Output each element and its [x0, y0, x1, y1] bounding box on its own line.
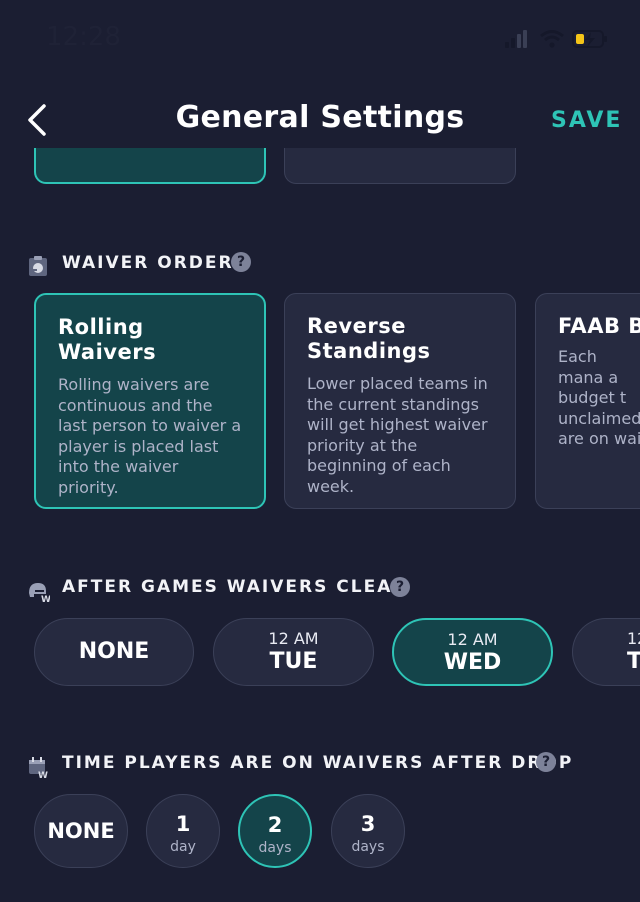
option-description: Each mana a budget t unclaimed are on wa…	[558, 347, 640, 449]
clear-option-thu[interactable]: 12 T	[572, 618, 640, 686]
option-day: WED	[443, 650, 502, 675]
signal-icon	[505, 30, 607, 48]
clear-option-tue[interactable]: 12 AM TUE	[213, 618, 374, 686]
save-button[interactable]: SAVE	[551, 108, 622, 133]
option-value: 2	[267, 813, 283, 837]
status-time: 12:28	[46, 22, 121, 52]
option-unit: day	[170, 839, 196, 855]
waiver-option-rolling[interactable]: Rolling Waivers Rolling waivers are cont…	[34, 293, 266, 509]
option-time: 12 AM	[268, 629, 319, 648]
option-label: NONE	[47, 819, 115, 843]
waiver-time-none[interactable]: NONE	[34, 794, 128, 868]
option-card-partial[interactable]	[284, 148, 516, 184]
option-unit: days	[351, 839, 385, 855]
status-icons	[505, 28, 615, 50]
option-time: 12 AM	[447, 630, 498, 649]
option-title: FAAB B	[558, 314, 640, 338]
option-description: Rolling waivers are continuous and the l…	[58, 375, 242, 497]
page-title: General Settings	[175, 100, 465, 135]
option-day: TUE	[269, 649, 318, 674]
svg-text:W: W	[41, 595, 50, 602]
clear-option-none[interactable]: NONE	[34, 618, 194, 686]
help-icon[interactable]: ?	[536, 752, 556, 772]
clipboard-helmet-icon	[27, 255, 49, 277]
clear-option-wed[interactable]: 12 AM WED	[392, 618, 553, 686]
option-description: Lower placed teams in the current standi…	[307, 374, 488, 496]
option-value: 1	[175, 812, 191, 836]
option-day: T	[627, 649, 640, 675]
section-title-time-on-waivers: TIME PLAYERS ARE ON WAIVERS AFTER DROP	[62, 753, 574, 773]
helmet-waiver-icon: W	[26, 580, 51, 605]
help-icon[interactable]: ?	[390, 577, 410, 597]
option-time: 12	[627, 629, 640, 648]
calendar-waiver-icon: W	[27, 756, 49, 781]
help-icon[interactable]: ?	[231, 252, 251, 272]
waiver-time-2-days[interactable]: 2 days	[238, 794, 312, 868]
waiver-option-faab[interactable]: FAAB B Each mana a budget t unclaimed ar…	[535, 293, 640, 509]
section-title-waiver-order: WAIVER ORDER	[62, 253, 234, 273]
option-card-partial-selected[interactable]	[34, 148, 266, 184]
waiver-option-reverse-standings[interactable]: Reverse Standings Lower placed teams in …	[284, 293, 516, 509]
option-title: Reverse Standings	[307, 314, 431, 363]
option-value: 3	[360, 812, 376, 836]
section-title-after-games: AFTER GAMES WAIVERS CLEAR	[62, 577, 408, 597]
waiver-time-3-days[interactable]: 3 days	[331, 794, 405, 868]
svg-text:W: W	[38, 771, 48, 778]
waiver-time-1-day[interactable]: 1 day	[146, 794, 220, 868]
option-label: NONE	[78, 639, 150, 664]
option-title: Rolling Waivers	[58, 315, 157, 364]
option-unit: days	[258, 840, 292, 856]
